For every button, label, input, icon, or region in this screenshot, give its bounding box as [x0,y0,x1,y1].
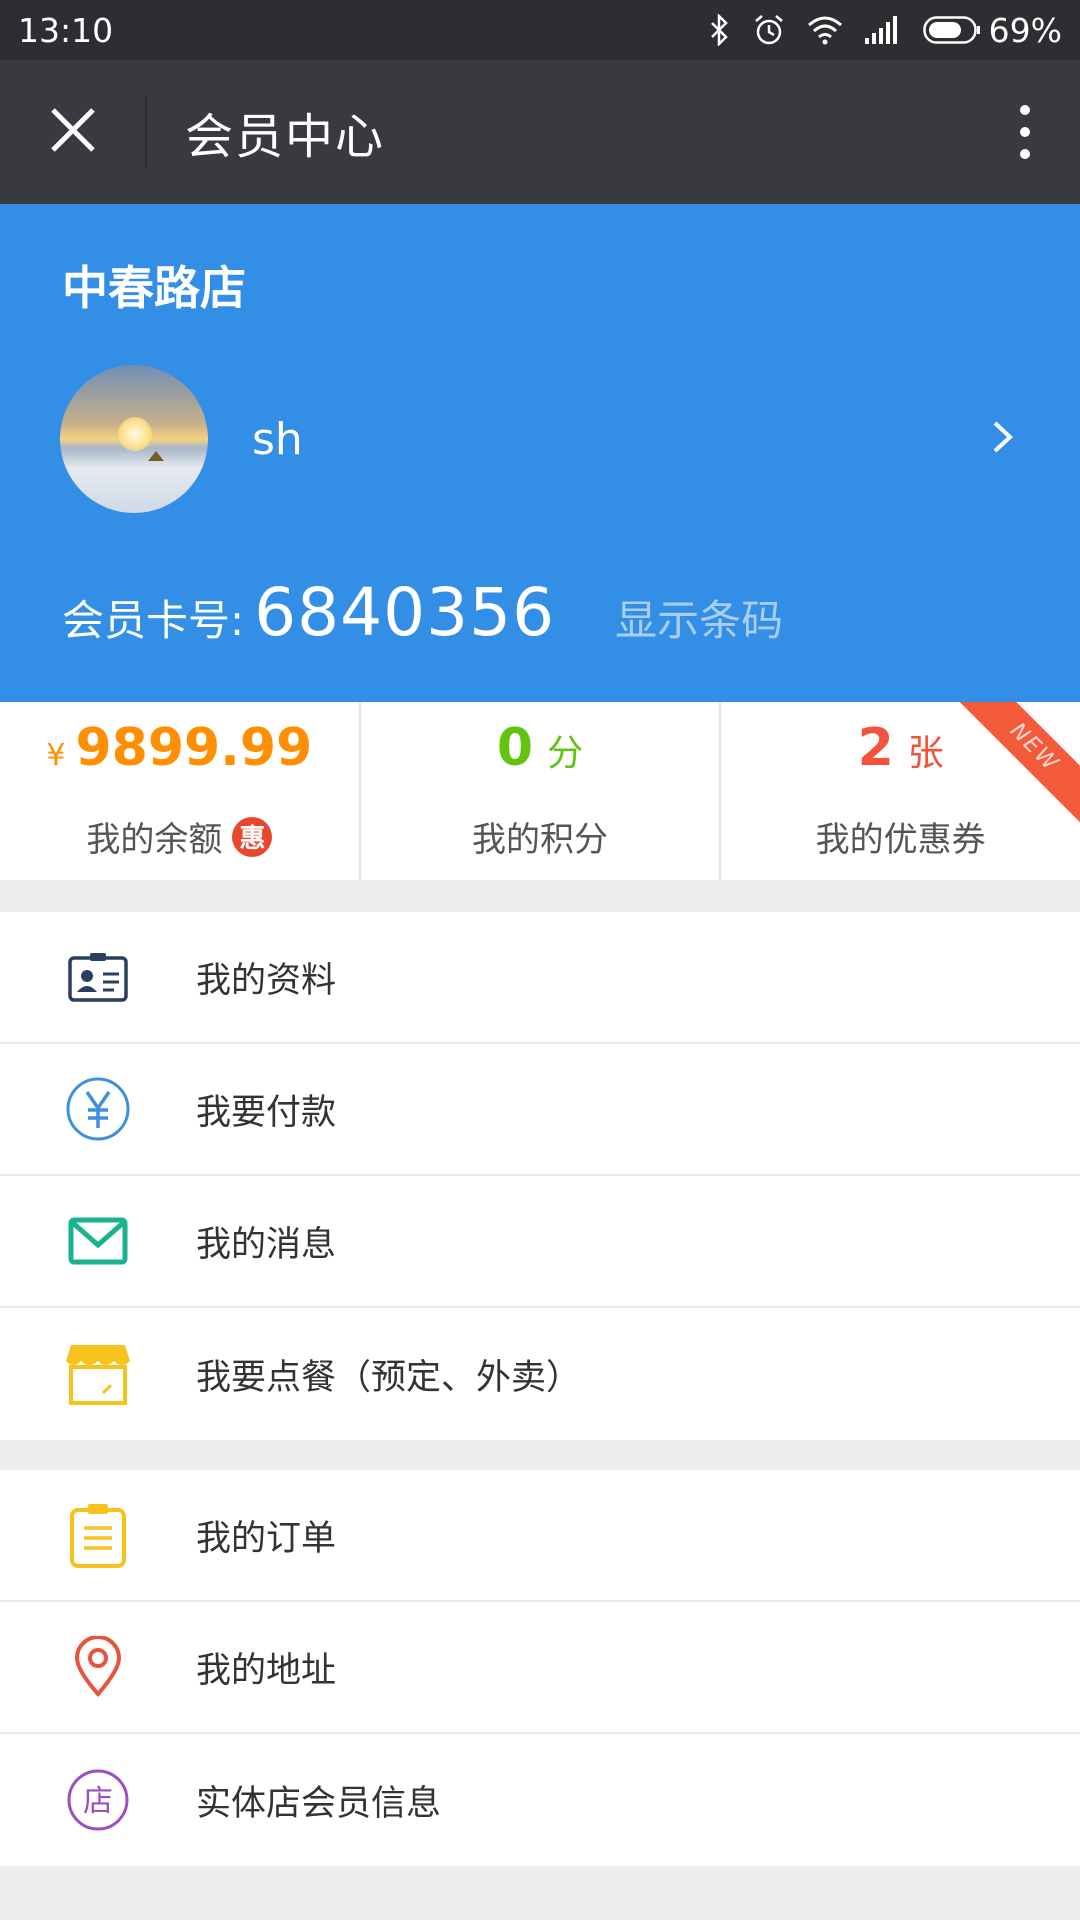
chevron-right-icon [992,420,1014,458]
battery-icon [922,16,981,44]
stats-row: ¥ 9899.99 我的余额 惠 0 分 我的积分 NEW 2 张 我的优惠券 [0,702,1080,880]
balance-label: 我的余额 [86,820,223,860]
app-bar: 会员中心 [0,60,1080,204]
card-number-row: 会员卡号: 6840356 显示条码 [62,574,783,651]
bluetooth-icon [709,14,731,46]
coupons-label: 我的优惠券 [815,820,986,860]
coupons-value-row: 2 张 [858,718,944,788]
card-number: 6840356 [254,574,556,651]
menu-label: 我的订单 [196,1518,337,1559]
more-vertical-icon-dot [1020,149,1030,159]
username: sh [252,413,303,465]
avatar-sun [118,417,152,451]
card-number-label: 会员卡号: [62,596,245,645]
id-card-icon [0,911,196,1043]
battery-group: 69% [922,10,1062,50]
battery-percent: 69% [988,10,1062,50]
points-unit: 分 [547,733,584,774]
menu-item-address[interactable]: 我的地址 [0,1602,1080,1734]
avatar-tent [148,451,164,461]
menu-label: 我要付款 [196,1092,337,1133]
status-time: 13:10 [18,10,114,50]
store-name: 中春路店 [62,261,246,315]
menu-label: 我的资料 [196,960,337,1001]
balance-value: 9899.99 [75,718,313,778]
show-barcode-link[interactable]: 显示条码 [615,587,783,648]
balance-value-row: ¥ 9899.99 [46,718,312,788]
status-bar: 13:10 69% [0,0,1080,60]
currency-symbol: ¥ [46,738,66,773]
storefront-icon [0,1308,196,1440]
menu-label: 我的消息 [196,1224,337,1265]
balance-label-row: 我的余额 惠 [86,812,273,861]
envelope-icon [0,1175,196,1307]
status-icons: 69% [709,11,1062,50]
more-vertical-icon-dot [1020,105,1030,115]
close-icon [49,106,97,158]
avatar [60,365,208,513]
alarm-icon [753,14,785,46]
app-bar-divider [145,96,147,168]
menu-item-orders[interactable]: 我的订单 [0,1470,1080,1602]
menu-label: 我要点餐（预定、外卖） [196,1357,582,1398]
coupons-unit: 张 [907,733,944,774]
balance-stat[interactable]: ¥ 9899.99 我的余额 惠 [0,702,361,880]
location-pin-icon [0,1601,196,1733]
menu-group-primary: 我的资料 我要付款 我的消息 我要点餐（预定、外卖） [0,912,1080,1440]
profile-row[interactable]: sh [0,364,1080,514]
yen-circle-icon [0,1043,196,1175]
menu-item-store-member[interactable]: 店 实体店会员信息 [0,1734,1080,1866]
store-badge-icon: 店 [0,1734,196,1866]
signal-icon [864,16,901,44]
menu-item-profile[interactable]: 我的资料 [0,912,1080,1044]
more-options-button[interactable] [970,60,1080,204]
new-ribbon: NEW [956,702,1080,826]
points-label: 我的积分 [472,820,608,860]
discount-badge: 惠 [232,816,273,857]
clipboard-icon [0,1469,196,1601]
more-vertical-icon-dot [1020,127,1030,137]
menu-label: 实体店会员信息 [196,1783,442,1824]
wifi-icon [807,15,843,45]
store-badge-text: 店 [83,1784,113,1819]
menu-label: 我的地址 [196,1650,337,1691]
member-header: 中春路店 sh 会员卡号: 6840356 显示条码 [0,204,1080,702]
coupons-value: 2 [857,718,894,778]
menu-item-messages[interactable]: 我的消息 [0,1176,1080,1308]
menu-group-secondary: 我的订单 我的地址 店 实体店会员信息 [0,1470,1080,1866]
menu-item-payment[interactable]: 我要付款 [0,1044,1080,1176]
points-value-row: 0 分 [497,718,583,788]
points-stat[interactable]: 0 分 我的积分 [361,702,722,880]
coupons-stat[interactable]: NEW 2 张 我的优惠券 [721,702,1080,880]
points-value: 0 [496,718,534,778]
page-title: 会员中心 [185,109,386,165]
menu-item-order-food[interactable]: 我要点餐（预定、外卖） [0,1308,1080,1440]
close-button[interactable] [0,60,145,204]
